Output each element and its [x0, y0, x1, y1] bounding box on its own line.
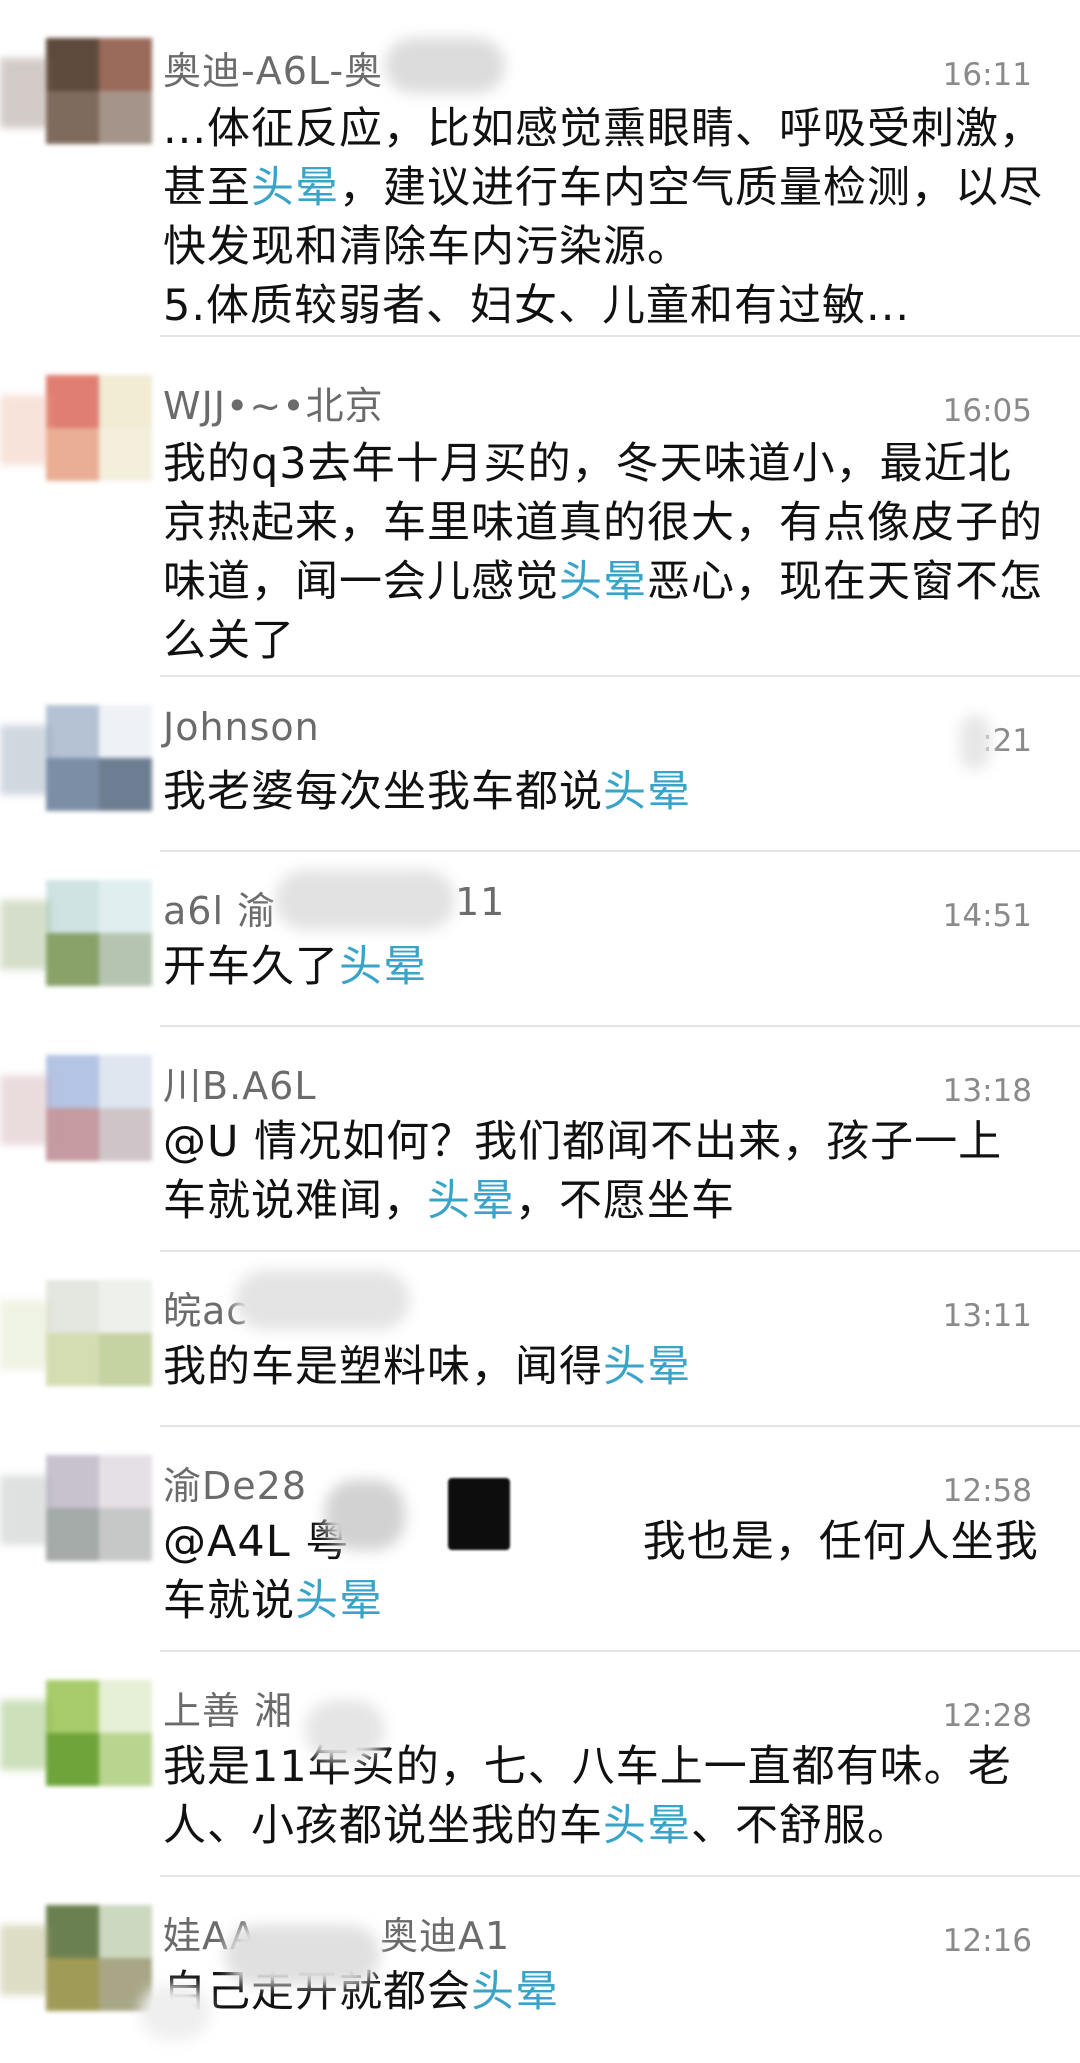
sender-name-suffix: 11 [455, 880, 506, 924]
avatar-blur-edge [0, 1475, 50, 1545]
avatar-blur-edge [0, 725, 50, 795]
avatar-blur-edge [0, 395, 50, 465]
avatar-blur-edge [0, 1075, 50, 1145]
message-time: 16:11 [942, 57, 1032, 93]
message-text: ...体征反应，比如感觉熏眼睛、呼吸受刺激，甚至头晕，建议进行车内空气质量检测，… [163, 100, 1043, 336]
keyword-highlight[interactable]: 头晕 [603, 767, 691, 817]
message-divider [160, 1250, 1080, 1252]
chat-message[interactable]: 上善 湘 12:28 我是11年买的，七、八车上一直都有味。老人、小孩都说坐我的车头… [0, 1650, 1080, 1875]
privacy-blur [960, 715, 990, 770]
message-text-segment: ，不愿坐车 [515, 1176, 735, 1226]
privacy-blur [225, 1925, 380, 1985]
message-time: 13:18 [942, 1073, 1032, 1109]
message-time: 12:16 [942, 1923, 1032, 1959]
pixelated-avatar-icon[interactable] [46, 1455, 152, 1561]
message-text: 我是11年买的，七、八车上一直都有味。老人、小孩都说坐我的车头晕、不舒服。 [163, 1738, 1043, 1856]
keyword-highlight[interactable]: 头晕 [295, 1576, 383, 1626]
keyword-highlight[interactable]: 头晕 [559, 557, 647, 607]
keyword-highlight[interactable]: 头晕 [251, 163, 339, 213]
privacy-blur [325, 1480, 405, 1550]
pixelated-avatar-icon[interactable] [46, 1055, 152, 1161]
avatar-blur-edge [0, 58, 50, 128]
sender-name[interactable]: 渝De28 [163, 1455, 307, 1510]
message-text: 我老婆每次坐我车都说头晕 [163, 763, 1043, 822]
pixelated-avatar-icon[interactable] [46, 1680, 152, 1786]
chat-message[interactable]: WJJ•~•北京 16:05 我的q3去年十月买的，冬天味道小，最近北京热起来，车里… [0, 335, 1080, 675]
avatar-blur-edge [0, 1700, 50, 1770]
message-time: 13:11 [942, 1298, 1032, 1334]
sender-name-suffix: 奥迪A1 [380, 1914, 511, 1958]
avatar-blur-edge [0, 1300, 50, 1370]
privacy-blur [305, 1700, 385, 1760]
chat-message[interactable]: a6l 渝 11 14:51 开车久了头晕 [0, 850, 1080, 1025]
avatar-blur-edge [0, 1925, 50, 1995]
sender-name[interactable]: 上善 湘 [163, 1680, 293, 1735]
message-text-segment: 开车久了 [163, 942, 339, 992]
privacy-blur [235, 1270, 410, 1330]
sender-name[interactable]: Johnson [163, 705, 320, 749]
message-divider [160, 1425, 1080, 1427]
message-text: 开车久了头晕 [163, 938, 1043, 997]
chat-message[interactable]: Johnson:21 我老婆每次坐我车都说头晕 [0, 675, 1080, 850]
pixelated-avatar-icon[interactable] [46, 705, 152, 811]
message-text: 我的q3去年十月买的，冬天味道小，最近北京热起来，车里味道真的很大，有点像皮子的… [163, 435, 1043, 671]
message-time: 12:58 [942, 1473, 1032, 1509]
sender-name[interactable]: 川B.A6L [163, 1055, 317, 1110]
chat-message[interactable]: 渝De28 12:58 @A4L 粤 我也是，任何人坐我车就说头晕 [0, 1425, 1080, 1650]
keyword-highlight[interactable]: 头晕 [471, 1967, 559, 2017]
avatar-blur-edge [0, 900, 50, 970]
sender-name[interactable]: WJJ•~•北京 [163, 375, 384, 430]
message-text: @A4L 粤 我也是，任何人坐我车就说头晕 [163, 1513, 1043, 1631]
privacy-blur [275, 870, 455, 930]
sender-name[interactable]: a6l 渝 [163, 880, 276, 935]
pixelated-avatar-icon[interactable] [46, 1280, 152, 1386]
keyword-highlight[interactable]: 头晕 [603, 1342, 691, 1392]
pixelated-avatar-icon[interactable] [46, 880, 152, 986]
chat-message[interactable]: 皖ac 13:11 我的车是塑料味，闻得头晕 [0, 1250, 1080, 1425]
privacy-blur [140, 1985, 210, 2040]
message-divider [160, 1650, 1080, 1652]
message-divider [160, 675, 1080, 677]
keyword-highlight[interactable]: 头晕 [603, 1801, 691, 1851]
privacy-blur [448, 1478, 510, 1550]
privacy-blur [385, 38, 505, 93]
message-time: 14:51 [942, 898, 1032, 934]
message-time: 12:28 [942, 1698, 1032, 1734]
message-text-segment: 我老婆每次坐我车都说 [163, 767, 603, 817]
message-divider [160, 1025, 1080, 1027]
message-text: @U 情况如何？我们都闻不出来，孩子一上车就说难闻，头晕，不愿坐车 [163, 1113, 1043, 1231]
message-divider [160, 335, 1080, 337]
pixelated-avatar-icon[interactable] [46, 375, 152, 481]
chat-message-list: 奥迪-A6L-奥 16:11 ...体征反应，比如感觉熏眼睛、呼吸受刺激，甚至头晕，… [0, 0, 1080, 2063]
sender-name[interactable]: 奥迪-A6L-奥 [163, 40, 383, 95]
keyword-highlight[interactable]: 头晕 [427, 1176, 515, 1226]
chat-message[interactable]: 奥迪-A6L-奥 16:11 ...体征反应，比如感觉熏眼睛、呼吸受刺激，甚至头晕，… [0, 0, 1080, 335]
message-divider [160, 850, 1080, 852]
message-text: 我的车是塑料味，闻得头晕 [163, 1338, 1043, 1397]
chat-message[interactable]: 川B.A6L 13:18 @U 情况如何？我们都闻不出来，孩子一上车就说难闻，头晕，… [0, 1025, 1080, 1250]
keyword-highlight[interactable]: 头晕 [339, 942, 427, 992]
message-time: 16:05 [942, 393, 1032, 429]
message-text-segment: 、不舒服。 [691, 1801, 911, 1851]
message-text-segment: 我的车是塑料味，闻得 [163, 1342, 603, 1392]
message-divider [160, 1875, 1080, 1877]
pixelated-avatar-icon[interactable] [46, 1905, 152, 2011]
pixelated-avatar-icon[interactable] [46, 38, 152, 144]
